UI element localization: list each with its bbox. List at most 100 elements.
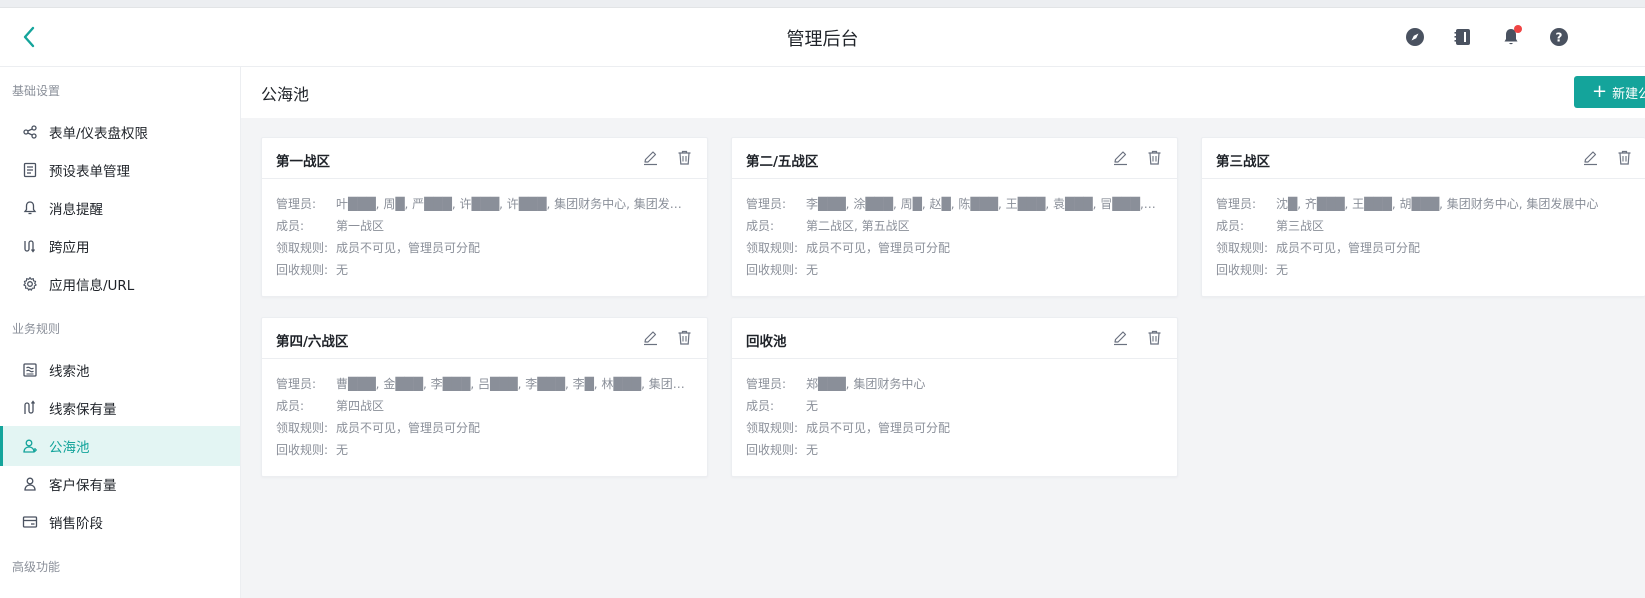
- members-value: 无: [806, 399, 819, 413]
- compass-button[interactable]: [1404, 26, 1426, 48]
- sidebar-item-lead-retention[interactable]: 线索保有量: [0, 388, 240, 428]
- claim-rule-value: 成员不可见，管理员可分配: [336, 421, 481, 435]
- admins-label: 管理员:: [276, 197, 317, 211]
- edit-icon[interactable]: [642, 149, 660, 167]
- trash-icon[interactable]: [676, 149, 694, 167]
- notifications-button[interactable]: [1500, 25, 1522, 48]
- edit-icon[interactable]: [1112, 329, 1130, 347]
- bell-outline-icon: [21, 199, 39, 217]
- recycle-rule-value: 无: [806, 263, 819, 277]
- edit-icon[interactable]: [642, 329, 660, 347]
- sidebar: 基础设置 表单/仪表盘权限 预设表单管理 消息提醒 跨应用 应用信息/URL 业…: [0, 67, 241, 598]
- admins-label: 管理员:: [746, 377, 787, 391]
- card-title: 第一战区: [276, 154, 330, 170]
- lead-pool-icon: [21, 361, 39, 379]
- members-label: 成员:: [746, 219, 775, 233]
- members-label: 成员:: [276, 399, 305, 413]
- sidebar-item-app-info-url[interactable]: 应用信息/URL: [0, 264, 240, 304]
- sidebar-item-label: 线索池: [49, 364, 90, 380]
- plus-icon: +: [1592, 81, 1608, 102]
- members-value: 第一战区: [336, 219, 385, 233]
- user-pool-icon: [21, 437, 39, 455]
- sidebar-group-basic: 基础设置: [12, 84, 61, 98]
- app-header: 管理后台 ?: [0, 8, 1645, 67]
- page-header-title: 管理后台: [786, 29, 859, 50]
- page-title: 公海池: [261, 85, 310, 104]
- card-header: 第二/五战区: [732, 138, 1177, 179]
- admins-value: 叶███, 周█, 严███, 许███, 许███, 集团财务中心, 集团发展…: [336, 197, 693, 211]
- admins-label: 管理员:: [276, 377, 317, 391]
- share-icon: [21, 123, 39, 141]
- members-value: 第三战区: [1276, 219, 1325, 233]
- sidebar-item-lead-pool[interactable]: 线索池: [0, 350, 240, 390]
- recycle-rule-value: 无: [336, 263, 349, 277]
- compass-icon: [1406, 28, 1424, 46]
- card-title: 回收池: [746, 334, 787, 350]
- cross-app-icon: [21, 237, 39, 255]
- edit-icon[interactable]: [1112, 149, 1130, 167]
- claim-rule-label: 领取规则:: [746, 421, 799, 435]
- sidebar-item-customer-retention[interactable]: 客户保有量: [0, 464, 240, 504]
- claim-rule-value: 成员不可见，管理员可分配: [806, 421, 951, 435]
- lead-retention-icon: [21, 399, 39, 417]
- members-value: 第四战区: [336, 399, 385, 413]
- sidebar-item-label: 应用信息/URL: [49, 278, 135, 294]
- recycle-rule-label: 回收规则:: [746, 263, 799, 277]
- recycle-rule-label: 回收规则:: [1216, 263, 1269, 277]
- card-header: 第四/六战区: [262, 318, 707, 359]
- notebook-button[interactable]: [1452, 26, 1474, 48]
- sidebar-item-public-pool[interactable]: 公海池: [0, 426, 240, 466]
- notification-dot: [1514, 25, 1522, 33]
- sidebar-item-label: 线索保有量: [49, 402, 117, 418]
- trash-icon[interactable]: [1616, 149, 1634, 167]
- trash-icon[interactable]: [1146, 149, 1164, 167]
- sidebar-item-sales-stages[interactable]: 销售阶段: [0, 502, 240, 542]
- sidebar-item-label: 跨应用: [49, 240, 90, 256]
- sidebar-item-notifications[interactable]: 消息提醒: [0, 188, 240, 228]
- sidebar-item-form-dashboard-permissions[interactable]: 表单/仪表盘权限: [0, 112, 240, 152]
- new-pool-button[interactable]: + 新建公海池: [1574, 76, 1645, 108]
- sidebar-item-preset-forms[interactable]: 预设表单管理: [0, 150, 240, 190]
- recycle-rule-value: 无: [336, 443, 349, 457]
- pool-card: 第四/六战区 管理员: 曹███, 金███, 李███, 吕███, 李███,…: [261, 317, 708, 477]
- new-pool-button-label: 新建公海池: [1612, 86, 1645, 102]
- members-label: 成员:: [276, 219, 305, 233]
- admins-value: 曹███, 金███, 李███, 吕███, 李███, 李█, 林███, …: [336, 377, 693, 391]
- members-label: 成员:: [746, 399, 775, 413]
- trash-icon[interactable]: [1146, 329, 1164, 347]
- sidebar-item-label: 客户保有量: [49, 478, 117, 494]
- help-button[interactable]: ?: [1548, 26, 1570, 48]
- claim-rule-label: 领取规则:: [1216, 241, 1269, 255]
- recycle-rule-label: 回收规则:: [276, 263, 329, 277]
- sidebar-item-label: 预设表单管理: [49, 164, 130, 180]
- claim-rule-value: 成员不可见，管理员可分配: [336, 241, 481, 255]
- admins-label: 管理员:: [746, 197, 787, 211]
- edit-icon[interactable]: [1582, 149, 1600, 167]
- sidebar-item-label: 表单/仪表盘权限: [49, 126, 149, 142]
- admins-value: 郑███, 集团财务中心: [806, 377, 926, 391]
- top-strip: [0, 0, 1645, 8]
- pool-card: 第三战区 管理员: 沈█, 齐███, 王███, 胡███, 集团财务中心, 集…: [1201, 137, 1645, 297]
- sidebar-item-cross-app[interactable]: 跨应用: [0, 226, 240, 266]
- members-value: 第二战区, 第五战区: [806, 219, 910, 233]
- pool-card: 第一战区 管理员: 叶███, 周█, 严███, 许███, 许███, 集团财…: [261, 137, 708, 297]
- card-header: 回收池: [732, 318, 1177, 359]
- admins-value: 李███, 涂███, 周█, 赵█, 陈███, 王███, 袁███, 冒█…: [806, 197, 1163, 211]
- admins-value: 沈█, 齐███, 王███, 胡███, 集团财务中心, 集团发展中心: [1276, 197, 1599, 211]
- card-title: 第四/六战区: [276, 334, 349, 350]
- sidebar-item-label: 销售阶段: [49, 516, 103, 532]
- pool-card: 第二/五战区 管理员: 李███, 涂███, 周█, 赵█, 陈███, 王██…: [731, 137, 1178, 297]
- trash-icon[interactable]: [676, 329, 694, 347]
- help-icon: ?: [1550, 28, 1568, 46]
- card-header: 第三战区: [1202, 138, 1645, 179]
- user-icon: [21, 475, 39, 493]
- card-icon: [21, 513, 39, 531]
- recycle-rule-value: 无: [1276, 263, 1289, 277]
- members-label: 成员:: [1216, 219, 1245, 233]
- card-header: 第一战区: [262, 138, 707, 179]
- form-doc-icon: [21, 161, 39, 179]
- card-title: 第三战区: [1216, 154, 1270, 170]
- claim-rule-label: 领取规则:: [276, 241, 329, 255]
- gear-icon: [21, 275, 39, 293]
- sidebar-item-label: 公海池: [49, 440, 90, 456]
